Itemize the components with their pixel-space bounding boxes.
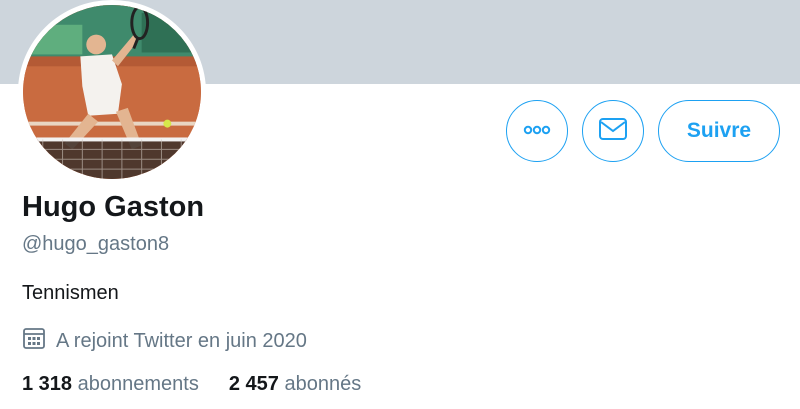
profile-name: Hugo Gaston [22,191,205,223]
profile-stats: 1 318 abonnements 2 457 abonnés [22,373,361,396]
profile-handle: @hugo_gaston8 [22,233,170,255]
more-button[interactable] [506,100,568,162]
followers-count: 2 457 [228,373,279,395]
envelope-icon [598,116,628,147]
followers-stat[interactable]: 2 457 abonnés [229,373,361,396]
join-date-text: A rejoint Twitter en juin 2020 [56,329,307,352]
following-stat[interactable]: 1 318 abonnements [22,373,199,396]
more-icon [523,122,551,140]
following-count: 1 318 [22,373,73,395]
message-button[interactable] [582,100,644,162]
followers-label: abonnés [284,373,362,395]
profile-actions: Suivre [506,100,780,162]
profile-bio: Tennismen [22,282,119,304]
follow-button[interactable]: Suivre [658,100,780,162]
following-label: abonnements [77,373,199,395]
calendar-icon [22,326,46,356]
profile-header: Suivre Hugo Gaston @hugo_gaston8 Tennism… [0,0,800,409]
join-date: A rejoint Twitter en juin 2020 [22,326,307,356]
avatar[interactable] [18,0,206,184]
